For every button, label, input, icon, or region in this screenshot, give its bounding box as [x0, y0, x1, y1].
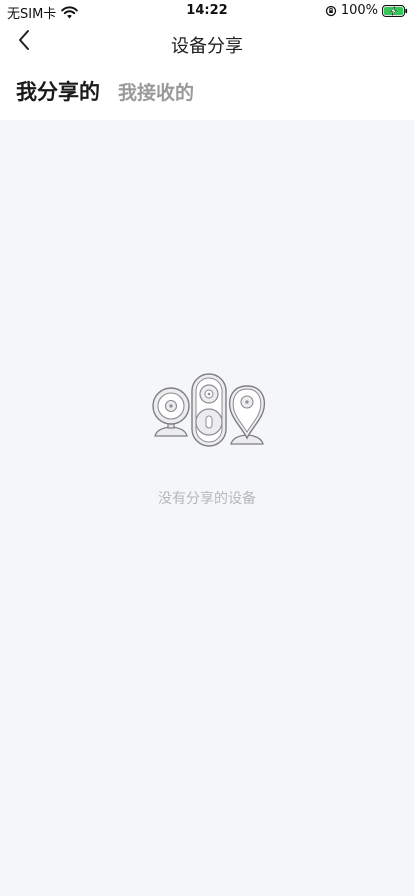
- status-bar: 无SIM卡 14:22 100%: [0, 0, 414, 22]
- orientation-lock-icon: [325, 5, 337, 17]
- doorbell-icon: [191, 373, 227, 447]
- page-title: 设备分享: [171, 36, 243, 57]
- content-area: 没有分享的设备: [0, 120, 414, 896]
- tab-my-shared[interactable]: 我分享的: [16, 76, 100, 106]
- tab-bar: 我分享的 我接收的: [16, 76, 194, 110]
- devices-illustration: [149, 372, 267, 450]
- nav-bar: 设备分享: [0, 22, 414, 64]
- empty-state-message: 没有分享的设备: [158, 491, 256, 507]
- camera-right-icon: [228, 385, 266, 445]
- tab-received[interactable]: 我接收的: [118, 78, 194, 105]
- battery-charging-icon: [382, 4, 408, 17]
- status-right: 100%: [325, 3, 408, 18]
- battery-percent: 100%: [340, 3, 378, 18]
- camera-left-icon: [152, 387, 190, 437]
